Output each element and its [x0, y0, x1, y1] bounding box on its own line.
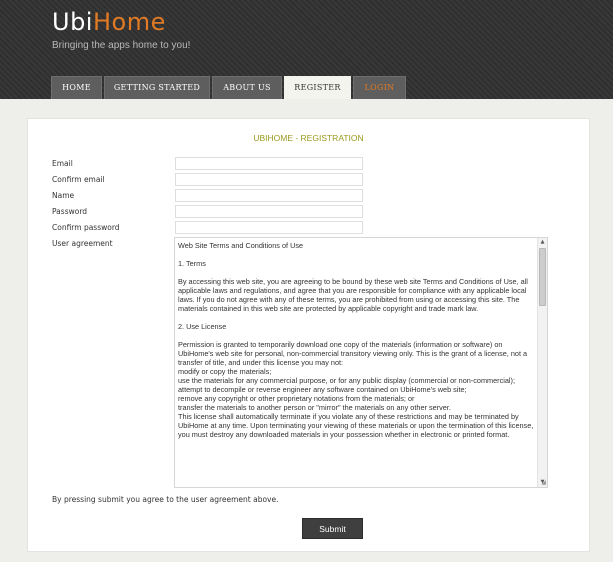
agreement-heading: Web Site Terms and Conditions of Use	[178, 241, 304, 250]
agreement-item: transfer the materials to another person…	[178, 403, 451, 412]
confirm-password-field[interactable]	[175, 221, 363, 234]
submit-button[interactable]: Submit	[302, 518, 363, 539]
nav-tab-about-us[interactable]: ABOUT US	[212, 76, 282, 99]
confirm-email-field[interactable]	[175, 173, 363, 186]
agreement-text: Web Site Terms and Conditions of Use 1. …	[178, 241, 538, 439]
agreement-section2-body: Permission is granted to temporarily dow…	[178, 340, 538, 439]
name-label: Name	[52, 191, 75, 200]
agreement-section1-title: 1. Terms	[178, 259, 206, 268]
agreement-item: use the materials for any commercial pur…	[178, 376, 515, 385]
registration-title: UBIHOME - REGISTRATION	[253, 133, 364, 143]
nav-tab-home[interactable]: HOME	[51, 76, 102, 99]
agreement-termination: This license shall automatically termina…	[178, 412, 534, 439]
site-logo[interactable]: UbiHome	[52, 8, 166, 36]
email-label: Email	[52, 159, 73, 168]
agreement-section2-text: Permission is granted to temporarily dow…	[178, 340, 528, 367]
agreement-section1-text: By accessing this web site, you are agre…	[178, 277, 528, 313]
user-agreement-textarea[interactable]: Web Site Terms and Conditions of Use 1. …	[174, 237, 548, 488]
nav-tab-getting-started[interactable]: GETTING STARTED	[104, 76, 210, 99]
agreement-item: attempt to decompile or reverse engineer…	[178, 385, 467, 394]
agreement-section2-title: 2. Use License	[178, 322, 227, 331]
logo-home: Home	[92, 8, 166, 36]
confirm-email-label: Confirm email	[52, 175, 105, 184]
agreement-item: modify or copy the materials;	[178, 367, 272, 376]
logo-ubi: Ubi	[52, 8, 93, 36]
agreement-item: remove any copyright or other proprietar…	[178, 394, 415, 403]
resize-grip-icon[interactable]: ◢	[541, 479, 546, 486]
scroll-thumb[interactable]	[539, 248, 546, 306]
site-tagline: Bringing the apps home to you!	[52, 40, 191, 51]
agreement-scrollbar[interactable]: ▲ ▼	[537, 238, 547, 487]
registration-panel: UBIHOME - REGISTRATION Email Confirm ema…	[27, 118, 590, 552]
scroll-up-arrow-icon[interactable]: ▲	[538, 238, 547, 247]
user-agreement-label: User agreement	[52, 239, 113, 248]
nav-tab-register[interactable]: REGISTER	[284, 76, 351, 99]
confirm-password-label: Confirm password	[52, 223, 120, 232]
nav-tab-login[interactable]: LOGIN	[353, 76, 406, 99]
name-field[interactable]	[175, 189, 363, 202]
site-header: UbiHome Bringing the apps home to you! H…	[0, 0, 613, 99]
email-field[interactable]	[175, 157, 363, 170]
agreement-notice: By pressing submit you agree to the user…	[52, 495, 279, 504]
password-label: Password	[52, 207, 88, 216]
password-field[interactable]	[175, 205, 363, 218]
